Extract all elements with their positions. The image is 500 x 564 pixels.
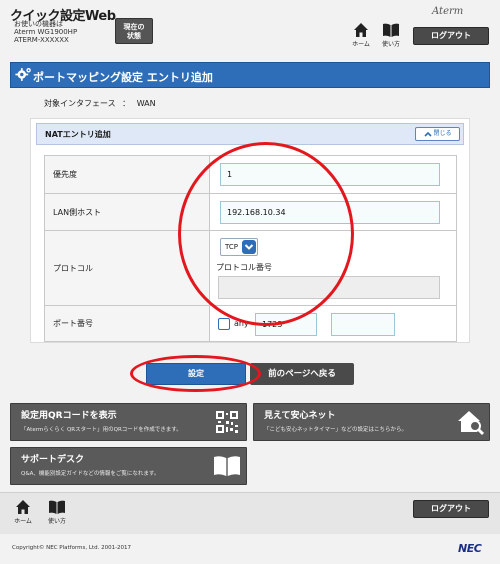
interface-separator: ： — [122, 99, 131, 108]
status-button-line2: 状態 — [127, 32, 141, 40]
home-icon — [354, 23, 368, 37]
protocol-cell: TCP プロトコル番号 — [209, 230, 457, 306]
qr-card-title: 設定用QRコードを表示 — [21, 411, 117, 421]
copyright: Copyright© NEC Platforms, Ltd. 2001-2017 — [12, 545, 132, 551]
book-icon — [383, 23, 399, 37]
port-cell: any 1723 — [209, 305, 457, 342]
protocol-number-input[interactable] — [218, 276, 440, 299]
safe-net-card[interactable]: 見えて安心ネット 「こども安心ネットタイマー」などの設定はこちらから。 — [253, 403, 490, 441]
lan-host-input[interactable]: 192.168.10.34 — [220, 201, 440, 224]
page-title: ポートマッピング設定 エントリ追加 — [33, 71, 213, 84]
nat-section-header: NATエントリ追加 閉じる — [36, 123, 464, 145]
book-icon — [214, 456, 240, 476]
port-label: ポート番号 — [44, 305, 210, 342]
chevron-up-icon — [423, 131, 432, 137]
protocol-label: プロトコル — [44, 230, 210, 306]
safenet-card-title: 見えて安心ネット — [264, 411, 336, 421]
footer-home-label: ホーム — [14, 518, 32, 525]
status-button-line1: 現在の — [123, 23, 145, 31]
close-label: 閉じる — [433, 130, 452, 137]
support-card-desc: Q&A、機能別設定ガイドなどの情報をご覧になれます。 — [21, 471, 160, 477]
support-desk-card[interactable]: サポートデスク Q&A、機能別設定ガイドなどの情報をご覧になれます。 — [10, 447, 247, 485]
device-model: Aterm WG1900HP — [14, 28, 78, 36]
lan-host-label: LAN側ホスト — [44, 193, 210, 231]
protocol-row: プロトコル TCP プロトコル番号 — [44, 230, 457, 306]
port-start-input[interactable]: 1723 — [255, 313, 317, 336]
interface-label: 対象インタフェース — [44, 99, 116, 108]
port-row: ポート番号 any 1723 — [44, 305, 457, 342]
priority-input[interactable]: 1 — [220, 163, 440, 186]
priority-cell: 1 — [209, 155, 457, 194]
chevron-down-icon — [244, 244, 254, 250]
any-label: any — [234, 319, 249, 328]
header: クイック設定Web お使いの機器は Aterm WG1900HP ATERM-X… — [0, 0, 500, 56]
safenet-card-desc: 「こども安心ネットタイマー」などの設定はこちらから。 — [264, 427, 408, 433]
protocol-select[interactable]: TCP — [220, 238, 258, 256]
interface-value: WAN — [136, 99, 156, 108]
protocol-number-label: プロトコル番号 — [216, 263, 272, 272]
help-button[interactable]: 使い方 — [380, 22, 402, 54]
nat-entry-form: 優先度 1 LAN側ホスト 192.168.10.34 プロトコル TCP プロ… — [44, 155, 457, 342]
priority-row: 優先度 1 — [44, 155, 457, 194]
set-button[interactable]: 設定 — [146, 363, 246, 385]
current-status-button[interactable]: 現在の 状態 — [115, 18, 153, 44]
close-section-button[interactable]: 閉じる — [415, 127, 460, 141]
nat-section-title: NATエントリ追加 — [45, 130, 111, 139]
home-button[interactable]: ホーム — [350, 22, 372, 54]
support-card-title: サポートデスク — [21, 455, 85, 465]
footer-home-button[interactable]: ホーム — [12, 499, 34, 531]
target-interface: 対象インタフェース ： WAN — [44, 98, 156, 109]
page-title-bar: ポートマッピング設定 エントリ追加 — [10, 62, 490, 88]
footer-help-label: 使い方 — [47, 518, 66, 525]
home-icon — [16, 500, 30, 514]
footer-logout-button[interactable]: ログアウト — [413, 500, 489, 518]
qr-card-desc: 「Atermらくらく QRスタート」用のQRコードを作成できます。 — [21, 427, 182, 433]
help-label: 使い方 — [381, 41, 400, 48]
port-end-input[interactable] — [331, 313, 395, 336]
qr-code-card[interactable]: 設定用QRコードを表示 「Atermらくらく QRスタート」用のQRコードを作成… — [10, 403, 247, 441]
lan-host-row: LAN側ホスト 192.168.10.34 — [44, 193, 457, 231]
any-checkbox[interactable] — [218, 318, 230, 330]
logout-button[interactable]: ログアウト — [413, 27, 489, 45]
priority-label: 優先度 — [44, 155, 210, 194]
aterm-logo: Aterm — [432, 6, 464, 17]
home-label: ホーム — [352, 41, 370, 48]
nec-logo: NEC — [458, 542, 482, 555]
book-icon — [49, 500, 65, 514]
footer-help-button[interactable]: 使い方 — [46, 499, 68, 531]
device-caption: お使いの機器は — [14, 20, 63, 28]
qr-code-icon — [216, 411, 238, 433]
house-search-icon — [458, 411, 485, 436]
protocol-selected: TCP — [225, 243, 238, 251]
gear-icon — [15, 68, 31, 81]
device-id: ATERM-XXXXXX — [14, 36, 69, 44]
back-button[interactable]: 前のページへ戻る — [250, 363, 354, 385]
lan-host-cell: 192.168.10.34 — [209, 193, 457, 231]
protocol-chevron — [242, 240, 256, 254]
footer-bar: ホーム 使い方 ログアウト — [0, 492, 500, 534]
